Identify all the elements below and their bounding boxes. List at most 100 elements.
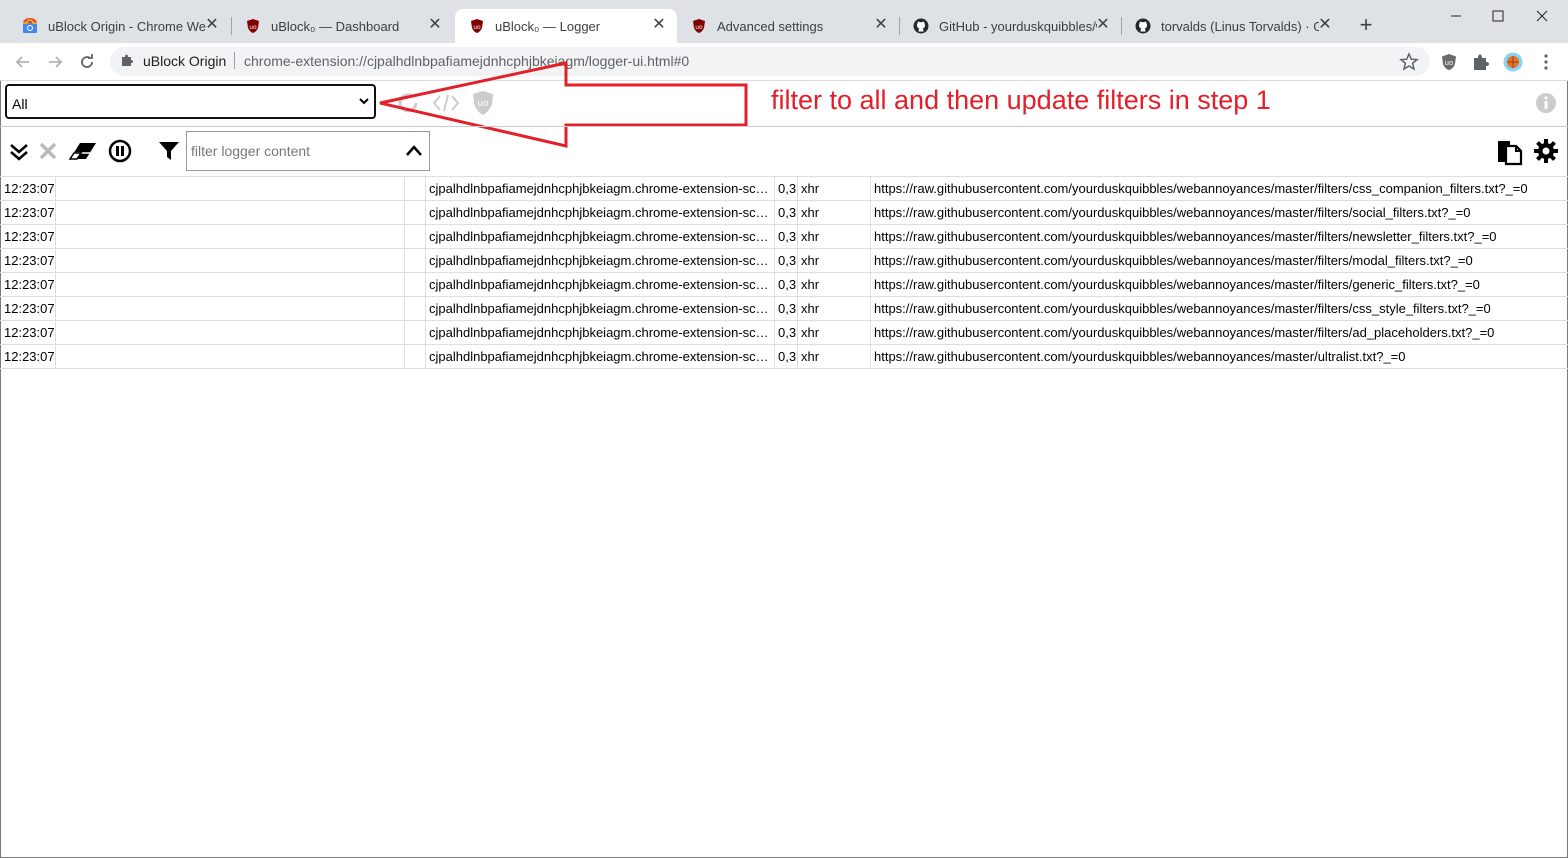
export-clipboard-icon[interactable] bbox=[1495, 138, 1523, 166]
log-type: xhr bbox=[797, 225, 869, 248]
log-context: cjpalhdlnbpafiamejdnhcphjbkeiagm.chrome-… bbox=[425, 201, 773, 224]
window-close-icon[interactable] bbox=[1532, 6, 1552, 26]
menu-kebab-icon[interactable] bbox=[1536, 52, 1556, 72]
tab-github-torvalds[interactable]: torvalds (Linus Torvalds) · GitHub ✕ bbox=[1121, 9, 1343, 43]
log-row[interactable]: 12:23:07 cjpalhdlnbpafiamejdnhcphjbkeiagm… bbox=[0, 249, 1568, 273]
tab-close-icon[interactable]: ✕ bbox=[873, 17, 889, 33]
log-row[interactable]: 12:23:07 cjpalhdlnbpafiamejdnhcphjbkeiagm… bbox=[0, 225, 1568, 249]
log-tab-cell bbox=[55, 273, 405, 296]
maximize-icon[interactable] bbox=[1488, 6, 1508, 26]
log-url: https://raw.githubusercontent.com/yourdu… bbox=[870, 201, 1568, 224]
tab-label: Advanced settings bbox=[717, 18, 824, 34]
log-time: 12:23:07 bbox=[4, 253, 54, 268]
tab-label: GitHub - yourduskquibbles/webannoyances bbox=[939, 18, 1097, 34]
log-filter-cell bbox=[404, 345, 425, 368]
tab-close-icon[interactable]: ✕ bbox=[427, 17, 443, 33]
tab-chrome-web-store[interactable]: uBlock Origin - Chrome Web Store ✕ bbox=[8, 9, 230, 43]
log-url: https://raw.githubusercontent.com/yourdu… bbox=[870, 345, 1568, 368]
log-row[interactable]: 12:23:07 cjpalhdlnbpafiamejdnhcphjbkeiagm… bbox=[0, 176, 1568, 201]
log-tab-cell bbox=[55, 225, 405, 248]
log-time: 12:23:07 bbox=[4, 325, 54, 340]
log-url: https://raw.githubusercontent.com/yourdu… bbox=[870, 177, 1568, 200]
log-time: 12:23:07 bbox=[4, 277, 54, 292]
chevron-up-icon[interactable] bbox=[405, 144, 423, 158]
tab-ublock-dashboard[interactable]: uo uBlock₀ — Dashboard ✕ bbox=[231, 9, 453, 43]
log-tab-cell bbox=[55, 177, 405, 200]
log-url: https://raw.githubusercontent.com/yourdu… bbox=[870, 249, 1568, 272]
log-time: 12:23:07 bbox=[4, 349, 54, 364]
log-tab-cell bbox=[55, 345, 405, 368]
log-filter-cell bbox=[404, 249, 425, 272]
log-row[interactable]: 12:23:07 cjpalhdlnbpafiamejdnhcphjbkeiagm… bbox=[0, 345, 1568, 369]
settings-gear-icon[interactable] bbox=[1534, 139, 1558, 163]
forward-arrow-icon[interactable] bbox=[45, 52, 65, 72]
log-url: https://raw.githubusercontent.com/yourdu… bbox=[870, 225, 1568, 248]
address-origin: uBlock Origin bbox=[143, 53, 227, 69]
log-party: 0,3 bbox=[774, 345, 796, 368]
extension-puzzle-icon bbox=[122, 54, 133, 66]
log-filter-cell bbox=[404, 297, 425, 320]
log-type: xhr bbox=[797, 249, 869, 272]
tab-close-icon[interactable]: ✕ bbox=[1317, 17, 1333, 33]
svg-text:uo: uo bbox=[695, 24, 703, 31]
log-type: xhr bbox=[797, 321, 869, 344]
log-filter-cell bbox=[404, 177, 425, 200]
log-context: cjpalhdlnbpafiamejdnhcphjbkeiagm.chrome-… bbox=[425, 273, 773, 296]
log-row[interactable]: 12:23:07 cjpalhdlnbpafiamejdnhcphjbkeiagm… bbox=[0, 273, 1568, 297]
log-row[interactable]: 12:23:07 cjpalhdlnbpafiamejdnhcphjbkeiagm… bbox=[0, 321, 1568, 345]
log-tab-cell bbox=[55, 249, 405, 272]
profile-avatar[interactable] bbox=[1503, 52, 1523, 72]
log-filter-cell bbox=[404, 201, 425, 224]
log-url: https://raw.githubusercontent.com/yourdu… bbox=[870, 297, 1568, 320]
svg-text:uo: uo bbox=[1445, 59, 1454, 67]
log-party: 0,3 bbox=[774, 225, 796, 248]
reload-icon[interactable] bbox=[77, 52, 97, 72]
github-icon bbox=[913, 18, 929, 34]
log-time: 12:23:07 bbox=[4, 229, 54, 244]
log-type: xhr bbox=[797, 297, 869, 320]
window-frame bbox=[0, 0, 1568, 858]
bookmark-star-icon[interactable] bbox=[1399, 52, 1419, 72]
annotation-text: filter to all and then update filters in… bbox=[771, 85, 1271, 115]
extensions-puzzle-icon[interactable] bbox=[1471, 52, 1491, 72]
log-time: 12:23:07 bbox=[4, 181, 54, 196]
log-type: xhr bbox=[797, 201, 869, 224]
github-icon bbox=[1135, 18, 1151, 34]
log-type: xhr bbox=[797, 345, 869, 368]
chrome-web-store-icon bbox=[23, 18, 37, 33]
log-time: 12:23:07 bbox=[4, 205, 54, 220]
logger-filter-input[interactable] bbox=[189, 142, 393, 160]
logger-filter-field[interactable] bbox=[186, 131, 430, 171]
tab-advanced-settings[interactable]: uo Advanced settings ✕ bbox=[677, 9, 899, 43]
tab-close-icon[interactable]: ✕ bbox=[651, 17, 667, 33]
tab-select-value: All bbox=[12, 96, 28, 112]
log-context: cjpalhdlnbpafiamejdnhcphjbkeiagm.chrome-… bbox=[425, 177, 773, 200]
tab-github-webannoyances[interactable]: GitHub - yourduskquibbles/webannoyances … bbox=[899, 9, 1121, 43]
svg-text:uo: uo bbox=[473, 24, 481, 31]
tab-close-icon[interactable]: ✕ bbox=[1095, 17, 1111, 33]
tab-ublock-logger[interactable]: uo uBlock₀ — Logger ✕ bbox=[455, 9, 677, 43]
tab-label: uBlock₀ — Logger bbox=[495, 18, 601, 34]
log-tab-cell bbox=[55, 297, 405, 320]
clear-icon[interactable] bbox=[38, 141, 58, 161]
pause-icon[interactable] bbox=[108, 139, 132, 163]
minimize-icon[interactable] bbox=[1446, 6, 1466, 26]
log-party: 0,3 bbox=[774, 273, 796, 296]
log-context: cjpalhdlnbpafiamejdnhcphjbkeiagm.chrome-… bbox=[425, 249, 773, 272]
tab-close-icon[interactable]: ✕ bbox=[204, 17, 220, 33]
log-context: cjpalhdlnbpafiamejdnhcphjbkeiagm.chrome-… bbox=[425, 297, 773, 320]
new-tab-button[interactable]: + bbox=[1356, 14, 1376, 36]
log-row[interactable]: 12:23:07 cjpalhdlnbpafiamejdnhcphjbkeiagm… bbox=[0, 297, 1568, 321]
filter-funnel-icon[interactable] bbox=[157, 139, 181, 163]
scroll-to-bottom-icon[interactable] bbox=[8, 142, 30, 162]
ublock-extension-icon[interactable]: uo bbox=[1439, 52, 1459, 72]
annotation-arrow bbox=[379, 61, 748, 148]
log-context: cjpalhdlnbpafiamejdnhcphjbkeiagm.chrome-… bbox=[425, 345, 773, 368]
tab-select-dropdown[interactable]: All bbox=[5, 84, 376, 119]
log-party: 0,3 bbox=[774, 177, 796, 200]
log-tab-cell bbox=[55, 321, 405, 344]
log-row[interactable]: 12:23:07 cjpalhdlnbpafiamejdnhcphjbkeiagm… bbox=[0, 201, 1568, 225]
eraser-icon[interactable] bbox=[68, 140, 98, 162]
back-arrow-icon[interactable] bbox=[13, 52, 33, 72]
info-icon[interactable] bbox=[1535, 92, 1557, 114]
